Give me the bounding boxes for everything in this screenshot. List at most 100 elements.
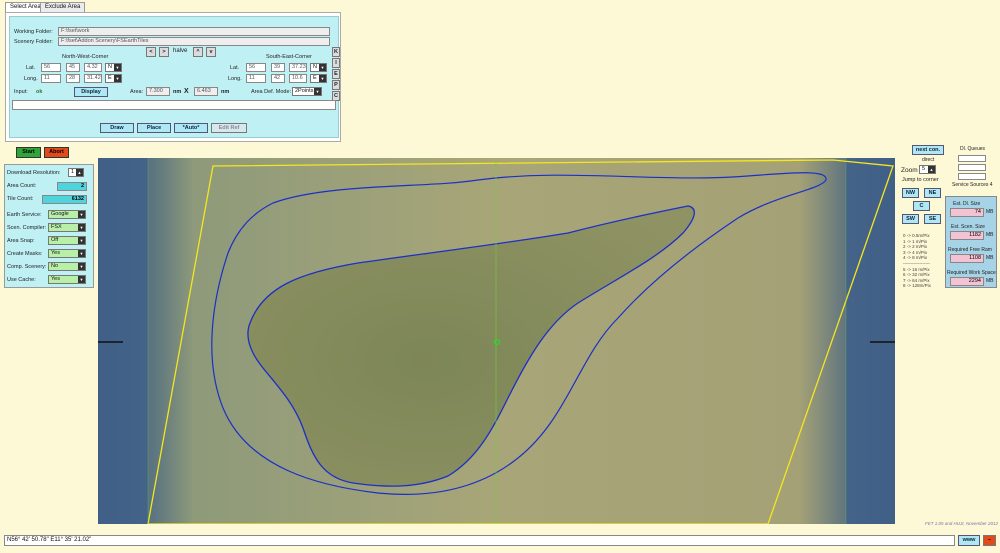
nav-left-button[interactable]: < (146, 47, 156, 57)
area-def-mode-select[interactable]: 2Points ▼ (292, 87, 322, 96)
use-cache-value: Yes (51, 276, 60, 282)
display-button[interactable]: Display (74, 87, 108, 97)
nav-down-button[interactable]: v (206, 47, 216, 57)
chevron-down-icon: ▼ (319, 64, 326, 71)
earth-service-select[interactable]: Google ▼ (48, 210, 86, 219)
se-long-hemisphere-value: E (313, 75, 317, 81)
jump-ne-button[interactable]: NE (924, 188, 941, 198)
message-bar (12, 100, 336, 110)
comp-scenery-select[interactable]: No ▼ (48, 262, 86, 271)
i-button[interactable]: I (332, 58, 340, 68)
nw-long-sec[interactable]: 31.42 (84, 74, 102, 83)
k-button[interactable]: K (332, 47, 340, 57)
jump-se-button[interactable]: SE (924, 214, 941, 224)
jump-nw-button[interactable]: NW (902, 188, 919, 198)
se-long-min[interactable]: 42 (271, 74, 285, 83)
map-canvas[interactable] (98, 158, 895, 524)
earth-service-label: Earth Service: (7, 212, 42, 218)
settings-panel: Download Resolution: 1 ▲ Area Count: 2 Ti… (4, 164, 94, 288)
chevron-down-icon: ▼ (78, 250, 85, 257)
est-dl-size-unit: MB (986, 209, 994, 215)
create-masks-label: Create Masks: (7, 251, 43, 257)
working-folder-field[interactable]: F:\fset\work (58, 27, 330, 36)
area-snap-label: Area Snap: (7, 238, 35, 244)
area-def-mode-value: 2Points (295, 88, 314, 94)
working-folder-label: Working Folder: (14, 29, 53, 35)
next-con-button[interactable]: next con. (912, 145, 944, 155)
se-lat-label: Lat. (230, 65, 240, 71)
deep-water-east (846, 158, 895, 524)
jump-sw-button[interactable]: SW (902, 214, 919, 224)
tab-exclude-area[interactable]: Exclude Area (40, 2, 86, 12)
resolution-table: 0 -> 0.5m/Pix 1 -> 1 m/Pix 2 -> 2 m/Pix … (903, 233, 931, 289)
p-button[interactable]: P (332, 80, 340, 90)
download-resolution-select[interactable]: 1 ▲ (68, 168, 84, 177)
nav-up-button[interactable]: ^ (193, 47, 203, 57)
nw-lat-hemisphere-select[interactable]: N ▼ (105, 63, 122, 72)
comp-scenery-value: No (51, 263, 59, 269)
coordinates-status-bar: N56° 42' 50.78" E11° 35' 21.02" (4, 535, 955, 546)
place-button[interactable]: Place (137, 123, 171, 133)
required-work-space-value: 2294 (950, 277, 984, 286)
abort-button[interactable]: Abort (44, 147, 69, 158)
se-long-hemisphere-select[interactable]: E ▼ (310, 74, 327, 83)
nw-long-deg[interactable]: 11 (41, 74, 61, 83)
area-count-label: Area Count: (7, 183, 37, 189)
nw-long-hemisphere-select[interactable]: E ▼ (105, 74, 122, 83)
se-lat-deg[interactable]: 56 (246, 63, 266, 72)
direct-label: direct (922, 157, 935, 163)
area-snap-select[interactable]: Off ▼ (48, 236, 86, 245)
use-cache-select[interactable]: Yes ▼ (48, 275, 86, 284)
est-scen-size-unit: MB (986, 232, 994, 238)
resolution-row: 8 -> 128m/Pix (903, 283, 931, 289)
scen-compiler-select[interactable]: FSX ▼ (48, 223, 86, 232)
input-status: ok (36, 89, 43, 95)
download-resolution-label: Download Resolution: (7, 170, 61, 176)
jump-to-corner-label: Jump to corner (902, 177, 939, 183)
se-long-sec[interactable]: 10.6 (289, 74, 307, 83)
nw-long-min[interactable]: 28 (66, 74, 80, 83)
se-long-deg[interactable]: 11 (246, 74, 266, 83)
chevron-down-icon: ▼ (314, 88, 321, 95)
zoom-select[interactable]: 5 ▲ (919, 165, 936, 174)
nw-corner-title: North-West-Corner (62, 54, 109, 60)
scenery-folder-field[interactable]: F:\fset\Addon Scenery\FSEarthTiles (58, 37, 330, 46)
dl-queue-slot-2 (958, 164, 986, 171)
se-lat-sec[interactable]: 37.23 (289, 63, 307, 72)
download-resolution-value: 1 (71, 169, 75, 175)
dl-queue-slot-1 (958, 155, 986, 162)
start-button[interactable]: Start (16, 147, 41, 158)
jump-center-button[interactable]: C (913, 201, 930, 211)
se-lat-hemisphere-select[interactable]: N ▼ (310, 63, 327, 72)
resolution-row: 2 -> 2 m/Pix (903, 244, 928, 250)
required-free-ram-label: Required Free Ram (948, 247, 992, 253)
est-scen-size-label: Est. Scen. Size (951, 224, 985, 230)
edit-ref-button[interactable]: Edit Ref (211, 123, 247, 133)
deep-water-west (98, 158, 148, 524)
auto-button[interactable]: *Auto* (174, 123, 208, 133)
area-width-unit: nm (173, 89, 182, 95)
earth-service-value: Google (51, 211, 69, 217)
satellite-map-view[interactable] (98, 158, 895, 524)
area-x-label: X (184, 88, 189, 95)
stepper-icon: ▲ (928, 166, 935, 173)
nw-lat-sec[interactable]: 4.32 (84, 63, 102, 72)
service-sources-label: Service Sources 4 (952, 182, 993, 188)
www-button[interactable]: www (958, 535, 980, 546)
zoom-value: 5 (922, 166, 926, 172)
dl-queue-slot-3 (958, 173, 986, 180)
se-lat-hemisphere-value: N (313, 64, 317, 70)
e-button[interactable]: E (332, 69, 340, 79)
nw-long-hemisphere-value: E (108, 75, 112, 81)
nw-lat-min[interactable]: 45 (66, 63, 80, 72)
se-lat-min[interactable]: 39 (271, 63, 285, 72)
draw-button[interactable]: Draw (100, 123, 134, 133)
create-masks-select[interactable]: Yes ▼ (48, 249, 86, 258)
required-free-ram-value: 1108 (950, 254, 984, 263)
nav-right-button[interactable]: > (159, 47, 169, 57)
minimize-icon[interactable]: – (983, 535, 996, 546)
scenery-folder-label: Scenery Folder: (14, 39, 53, 45)
area-def-mode-label: Area Def. Mode: (251, 89, 292, 95)
nw-lat-deg[interactable]: 56 (41, 63, 61, 72)
comp-scenery-label: Comp. Scenery: (7, 264, 47, 270)
